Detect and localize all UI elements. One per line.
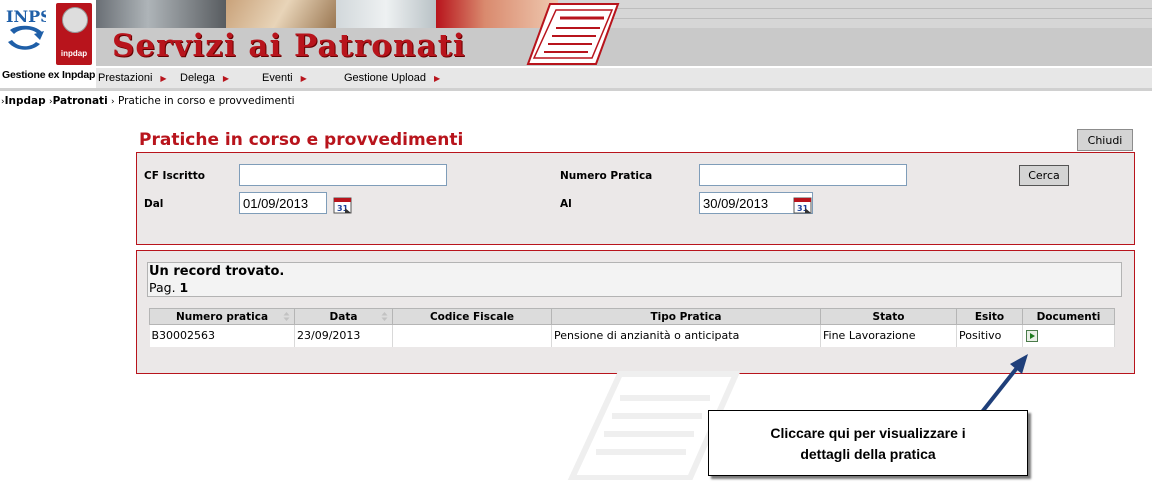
column-header-tipo-pratica[interactable]: Tipo Pratica <box>551 308 821 325</box>
inps-logo-text: INPS <box>6 7 46 26</box>
main-menu: Prestazioni ▶ Delega ▶ Eventi ▶ Gestione Up… <box>96 67 1152 89</box>
dal-date-input[interactable] <box>239 192 327 214</box>
logo-area: INPS inpdap Gestione ex Inpdap <box>0 0 96 81</box>
column-header-data[interactable]: Data <box>294 308 393 325</box>
close-button[interactable]: Chiudi <box>1077 129 1133 151</box>
menu-item-label: Gestione Upload <box>344 72 426 84</box>
menu-item-gestione-upload[interactable]: Gestione Upload ▶ <box>344 72 440 84</box>
column-header-documenti[interactable]: Documenti <box>1022 308 1115 325</box>
column-header-stato[interactable]: Stato <box>820 308 957 325</box>
table-header-row: Numero pratica Data Codice Fiscale Tipo … <box>149 308 1115 325</box>
arrow-right-icon: ▶ <box>300 74 307 83</box>
column-header-codice-fiscale[interactable]: Codice Fiscale <box>392 308 552 325</box>
cell-numero-pratica: B30002563 <box>149 324 295 347</box>
menu-item-label: Prestazioni <box>98 72 153 84</box>
cell-esito: Positivo <box>956 324 1023 347</box>
calendar-icon[interactable]: 31 <box>793 196 813 214</box>
gestione-label: Gestione ex Inpdap <box>2 69 96 81</box>
column-header-label: Tipo Pratica <box>650 310 722 323</box>
banner-top-strip <box>558 0 1152 28</box>
arrow-right-icon: ▶ <box>160 74 167 83</box>
breadcrumb-patronati[interactable]: Patronati <box>53 95 108 107</box>
dal-label: Dal <box>144 198 164 210</box>
cf-label: CF Iscritto <box>144 170 205 182</box>
cell-stato: Fine Lavorazione <box>820 324 957 347</box>
menu-separator <box>0 88 1152 91</box>
sort-icon[interactable] <box>381 311 388 322</box>
column-header-label: Codice Fiscale <box>429 310 515 323</box>
table-row[interactable]: B30002563 23/09/2013 Pensione di anziani… <box>149 324 1115 347</box>
menu-item-label: Delega <box>180 72 215 84</box>
cell-documenti <box>1022 324 1115 347</box>
column-header-numero-pratica[interactable]: Numero pratica <box>149 308 295 325</box>
callout-box: Cliccare qui per visualizzare i dettagli… <box>708 410 1028 476</box>
page-label: Pag. <box>149 280 176 295</box>
breadcrumb-current: Pratiche in corso e provvedimenti <box>117 95 295 107</box>
search-panel: CF Iscritto Numero Pratica Cerca Dal 31 … <box>136 152 1135 245</box>
result-info-box: Un record trovato. Pag. 1 <box>147 262 1122 297</box>
column-header-label: Stato <box>872 310 905 323</box>
inpdap-logo: inpdap <box>56 3 92 65</box>
menu-item-prestazioni[interactable]: Prestazioni ▶ <box>98 72 167 84</box>
pagination: Pag. 1 <box>149 280 188 295</box>
numero-pratica-input[interactable] <box>699 164 907 186</box>
column-header-label: Numero pratica <box>175 310 269 323</box>
banner-photos <box>96 0 558 28</box>
menu-item-delega[interactable]: Delega ▶ <box>180 72 229 84</box>
inpdap-logo-text: inpdap <box>60 49 88 58</box>
inps-logo: INPS <box>6 7 46 50</box>
callout-line-2: dettagli della pratica <box>800 446 936 462</box>
view-details-button[interactable] <box>1026 330 1038 343</box>
cell-codice-fiscale <box>392 324 552 347</box>
cell-data: 23/09/2013 <box>294 324 393 347</box>
menu-item-label: Eventi <box>262 72 293 84</box>
header: INPS inpdap Gestione ex Inpdap Servizi a… <box>0 0 1152 89</box>
page-number: 1 <box>179 280 189 295</box>
arrow-right-icon: ▶ <box>222 74 230 83</box>
callout-arrow <box>980 354 1028 414</box>
callout-text: Cliccare qui per visualizzare i dettagli… <box>709 423 1027 465</box>
arrow-right-icon: ▶ <box>433 74 441 83</box>
calendar-icon[interactable]: 31 <box>333 196 353 214</box>
column-header-label: Data <box>329 310 358 323</box>
search-button[interactable]: Cerca <box>1019 165 1069 186</box>
breadcrumb-inpdap[interactable]: Inpdap <box>5 95 46 107</box>
sort-icon[interactable] <box>283 311 290 322</box>
cf-input[interactable] <box>239 164 447 186</box>
page-title: Pratiche in corso e provvedimenti <box>139 130 464 150</box>
cell-tipo-pratica: Pensione di anzianità o anticipata <box>551 324 821 347</box>
column-header-label: Documenti <box>1036 310 1101 323</box>
al-label: Al <box>560 198 572 210</box>
results-table: Numero pratica Data Codice Fiscale Tipo … <box>149 308 1115 347</box>
result-count: Un record trovato. <box>149 264 285 279</box>
breadcrumb: ›Inpdap ›Patronati › Pratiche in corso e… <box>1 95 295 107</box>
column-header-label: Esito <box>974 310 1005 323</box>
menu-item-eventi[interactable]: Eventi ▶ <box>262 72 307 84</box>
column-header-esito[interactable]: Esito <box>956 308 1023 325</box>
callout-line-1: Cliccare qui per visualizzare i <box>770 425 966 441</box>
document-icon <box>526 3 620 65</box>
banner-title: Servizi ai Patronati <box>112 28 466 64</box>
numero-pratica-label: Numero Pratica <box>560 170 653 182</box>
